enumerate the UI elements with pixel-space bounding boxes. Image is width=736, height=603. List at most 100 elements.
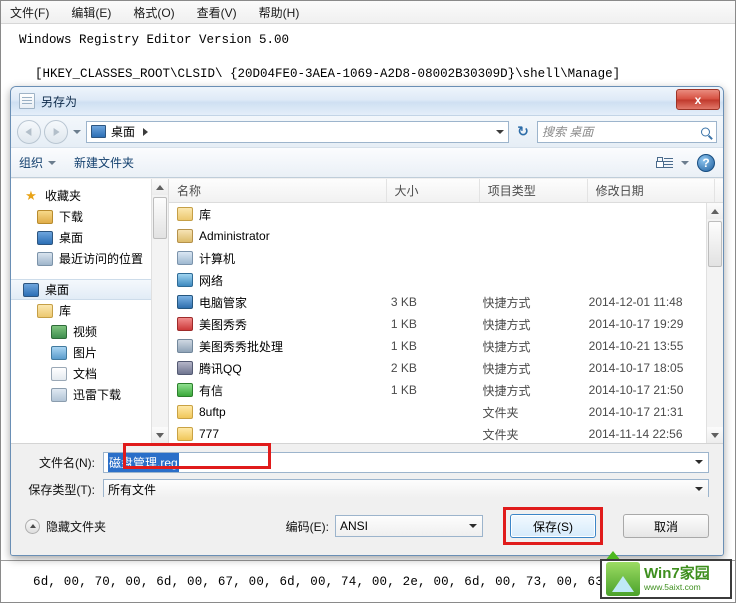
- table-row[interactable]: 美图秀秀批处理 1 KB 快捷方式 2014-10-21 13:55: [169, 335, 706, 357]
- sidebar-item-9[interactable]: 迅雷下载: [11, 384, 152, 405]
- organize-button[interactable]: 组织: [19, 154, 57, 171]
- search-placeholder: 搜索 桌面: [542, 125, 594, 139]
- sidebar-item-2[interactable]: 桌面: [11, 227, 152, 248]
- chevron-down-icon: [73, 129, 81, 134]
- scroll-down-icon[interactable]: [152, 427, 168, 443]
- table-row[interactable]: 网络: [169, 269, 706, 291]
- menu-view[interactable]: 查看(V): [194, 3, 240, 22]
- sidebar-item-6[interactable]: 视频: [11, 321, 152, 342]
- video-icon: [51, 324, 67, 339]
- file-list-pane: 名称 大小 项目类型 修改日期 库 Administrator 计算机网络电脑管家 3…: [169, 179, 723, 443]
- chevron-down-icon[interactable]: [681, 160, 689, 165]
- table-row[interactable]: 美图秀秀 1 KB 快捷方式 2014-10-17 19:29: [169, 313, 706, 335]
- cancel-button-wrap: 取消: [623, 514, 709, 538]
- sidebar-item-label: 桌面: [59, 231, 84, 245]
- screen: 文件(F) 编辑(E) 格式(O) 查看(V) 帮助(H) Windows Re…: [0, 0, 736, 603]
- sidebar-scrollbar[interactable]: [151, 179, 168, 443]
- sidebar-item-4[interactable]: 桌面: [11, 279, 152, 300]
- cell-name: 计算机: [169, 250, 383, 267]
- breadcrumb-current[interactable]: 桌面: [111, 123, 135, 140]
- notepad-menubar: 文件(F) 编辑(E) 格式(O) 查看(V) 帮助(H): [1, 1, 735, 24]
- chevron-down-icon[interactable]: [695, 487, 703, 491]
- meitu-icon: [177, 317, 193, 331]
- table-row[interactable]: 8uftp 文件夹 2014-10-17 21:31: [169, 401, 706, 423]
- table-row[interactable]: 腾讯QQ 2 KB 快捷方式 2014-10-17 18:05: [169, 357, 706, 379]
- scroll-up-icon[interactable]: [707, 203, 723, 219]
- file-name: 腾讯QQ: [199, 361, 242, 376]
- save-button-highlight: 保存(S): [503, 507, 603, 545]
- cancel-button[interactable]: 取消: [623, 514, 709, 538]
- dialog-form: 文件名(N): 磁盘管理.reg 保存类型(T): 所有文件: [11, 443, 723, 500]
- refresh-icon[interactable]: ↻: [512, 121, 534, 143]
- sidebar-item-8[interactable]: 文档: [11, 363, 152, 384]
- address-bar[interactable]: 桌面: [86, 120, 509, 143]
- cell-date: 2014-10-17 21:31: [588, 405, 684, 419]
- menu-help[interactable]: 帮助(H): [256, 3, 303, 22]
- sidebar-item-5[interactable]: 库: [11, 300, 152, 321]
- filename-input[interactable]: 磁盘管理.reg: [103, 451, 709, 473]
- encoding-group: 编码(E): ANSI 保存(S) 取消: [286, 507, 709, 545]
- new-folder-button[interactable]: 新建文件夹: [74, 154, 134, 171]
- dialog-navigation-bar: 桌面 ↻ 搜索 桌面: [11, 116, 723, 147]
- menu-file[interactable]: 文件(F): [7, 3, 52, 22]
- sidebar-item-label: 图片: [73, 346, 98, 360]
- column-header-date[interactable]: 修改日期: [588, 179, 715, 202]
- hide-folders-button[interactable]: 隐藏文件夹: [25, 518, 106, 535]
- table-row[interactable]: 计算机: [169, 247, 706, 269]
- collapse-icon: [25, 518, 40, 534]
- table-row[interactable]: 有信 1 KB 快捷方式 2014-10-17 21:50: [169, 379, 706, 401]
- sidebar-item-label: 视频: [73, 325, 98, 339]
- file-list-scrollbar[interactable]: [706, 203, 723, 443]
- encoding-select[interactable]: ANSI: [335, 515, 483, 537]
- file-name: 电脑管家: [199, 295, 248, 310]
- sidebar-item-3[interactable]: 最近访问的位置: [11, 248, 152, 269]
- sidebar-item-label: 最近访问的位置: [59, 252, 144, 266]
- cell-size: 3 KB: [390, 295, 417, 309]
- column-header-size[interactable]: 大小: [387, 179, 480, 202]
- column-header-type[interactable]: 项目类型: [480, 179, 588, 202]
- sidebar-item-0[interactable]: ★ 收藏夹: [11, 185, 152, 206]
- back-button[interactable]: [17, 119, 41, 144]
- table-row[interactable]: Administrator: [169, 225, 706, 247]
- registry-key-line: [HKEY_CLASSES_ROOT\CLSID\ {20D04FE0-3AEA…: [35, 67, 621, 81]
- scroll-down-icon[interactable]: [707, 427, 723, 443]
- save-button[interactable]: 保存(S): [510, 514, 596, 538]
- sidebar-item-1[interactable]: 下载: [11, 206, 152, 227]
- breadcrumb-separator-icon[interactable]: [143, 127, 149, 136]
- scroll-up-icon[interactable]: [152, 179, 168, 195]
- column-header-name[interactable]: 名称: [169, 179, 387, 202]
- chevron-down-icon[interactable]: [469, 524, 477, 528]
- address-dropdown-icon[interactable]: [496, 129, 504, 134]
- sidebar-separator: [11, 269, 152, 279]
- table-row[interactable]: 库: [169, 203, 706, 225]
- sidebar-item-7[interactable]: 图片: [11, 342, 152, 363]
- navigation-sidebar: ★ 收藏夹 下载 桌面 最近访问的位置 桌面库视频 图片 文档 迅雷下载: [11, 179, 169, 443]
- table-row[interactable]: 777 文件夹 2014-11-14 22:56: [169, 423, 706, 443]
- menu-format[interactable]: 格式(O): [130, 3, 177, 22]
- cell-name: 美图秀秀: [169, 316, 383, 333]
- sidebar-scroll-thumb[interactable]: [153, 197, 167, 239]
- qq-icon: [177, 361, 193, 375]
- view-mode-icon[interactable]: [657, 156, 673, 169]
- cell-type: 快捷方式: [482, 383, 531, 398]
- sidebar-item-label: 桌面: [45, 283, 70, 297]
- filename-label: 文件名(N):: [39, 455, 95, 470]
- filename-value[interactable]: 磁盘管理.reg: [108, 452, 179, 472]
- menu-edit[interactable]: 编辑(E): [68, 3, 114, 22]
- youxin-icon: [177, 383, 193, 397]
- watermark-logo-icon: [606, 562, 640, 596]
- help-icon[interactable]: ?: [697, 153, 715, 172]
- recent-locations-button[interactable]: [71, 121, 83, 143]
- file-list-scroll-thumb[interactable]: [708, 221, 722, 267]
- file-name: 美图秀秀批处理: [199, 339, 284, 354]
- sidebar-list: ★ 收藏夹 下载 桌面 最近访问的位置 桌面库视频 图片 文档 迅雷下载: [11, 179, 152, 405]
- organize-label: 组织: [19, 156, 44, 170]
- cell-name: 8uftp: [169, 405, 383, 419]
- forward-button[interactable]: [44, 119, 68, 144]
- table-row[interactable]: 电脑管家 3 KB 快捷方式 2014-12-01 11:48: [169, 291, 706, 313]
- chevron-down-icon[interactable]: [695, 460, 703, 464]
- search-input[interactable]: 搜索 桌面: [537, 120, 717, 143]
- xunlei-icon: [51, 387, 67, 402]
- close-icon[interactable]: x: [676, 89, 720, 110]
- user-icon: [177, 229, 193, 243]
